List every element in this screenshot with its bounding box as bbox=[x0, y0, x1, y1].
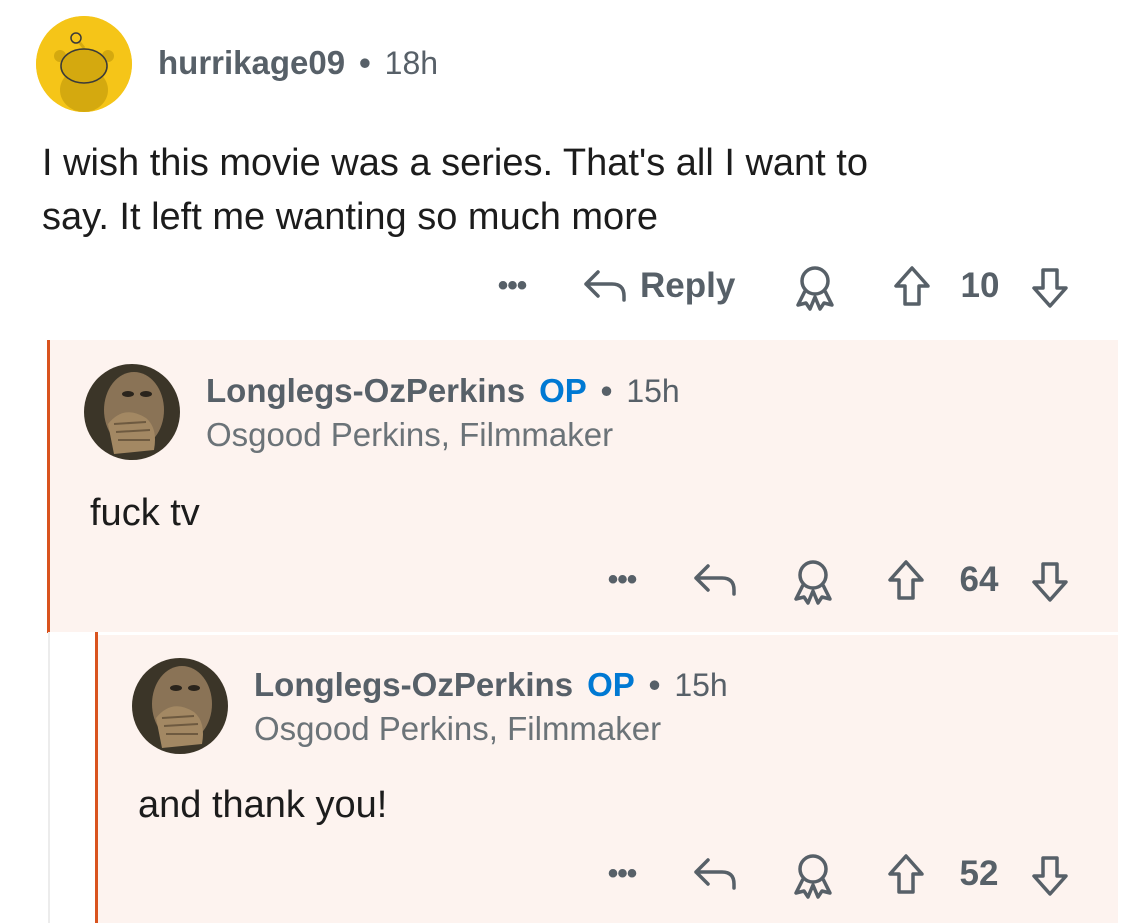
upvote-button[interactable] bbox=[882, 850, 930, 898]
award-icon bbox=[794, 560, 832, 605]
separator-dot: • bbox=[600, 372, 613, 409]
vote-score: 10 bbox=[960, 266, 1000, 305]
upvote-arrow-icon bbox=[894, 266, 930, 306]
more-options-button[interactable]: ••• bbox=[488, 266, 536, 306]
award-button[interactable] bbox=[790, 262, 840, 312]
award-icon bbox=[796, 266, 834, 311]
user-photo-avatar bbox=[84, 364, 180, 460]
comment-meta: hurrikage09 • 18h bbox=[158, 44, 438, 82]
user-flair: Osgood Perkins, Filmmaker bbox=[206, 416, 614, 453]
comment-body: and thank you! bbox=[138, 784, 388, 826]
comment-body: fuck tv bbox=[90, 492, 200, 534]
thread-line-level-2[interactable] bbox=[95, 632, 98, 923]
op-badge: OP bbox=[587, 666, 635, 703]
avatar[interactable] bbox=[84, 364, 180, 460]
comment-divider bbox=[50, 632, 1118, 635]
award-button[interactable] bbox=[788, 850, 838, 900]
award-button[interactable] bbox=[788, 556, 838, 606]
upvote-arrow-icon bbox=[888, 560, 924, 600]
downvote-button[interactable] bbox=[1026, 852, 1074, 900]
comment-body-line: say. It left me wanting so much more bbox=[42, 196, 658, 238]
timestamp: 15h bbox=[674, 667, 728, 703]
reply-label: Reply bbox=[640, 266, 736, 305]
more-dots-icon: ••• bbox=[607, 857, 637, 890]
separator-dot: • bbox=[359, 44, 371, 81]
downvote-button[interactable] bbox=[1026, 264, 1074, 312]
more-dots-icon: ••• bbox=[607, 563, 637, 596]
downvote-arrow-icon bbox=[1032, 268, 1068, 308]
comment-meta: Longlegs-OzPerkins OP • 15h bbox=[206, 372, 680, 410]
op-badge: OP bbox=[539, 372, 587, 409]
thread-line-faded bbox=[48, 632, 50, 923]
user-photo-avatar bbox=[132, 658, 228, 754]
username[interactable]: Longlegs-OzPerkins bbox=[254, 666, 573, 704]
reply-arrow-icon bbox=[694, 564, 736, 596]
more-dots-icon: ••• bbox=[497, 269, 527, 302]
timestamp: 18h bbox=[384, 45, 439, 81]
reply-button[interactable]: Reply bbox=[582, 264, 748, 308]
reply-button[interactable] bbox=[690, 852, 740, 896]
award-icon bbox=[794, 854, 832, 899]
username[interactable]: hurrikage09 bbox=[158, 44, 345, 82]
user-flair: Osgood Perkins, Filmmaker bbox=[254, 710, 662, 747]
reply-button[interactable] bbox=[690, 558, 740, 602]
avatar[interactable] bbox=[132, 658, 228, 754]
more-options-button[interactable]: ••• bbox=[598, 560, 646, 600]
downvote-arrow-icon bbox=[1032, 856, 1068, 896]
reply-arrow-icon bbox=[694, 858, 736, 890]
thread-line-level-1[interactable] bbox=[47, 340, 50, 633]
separator-dot: • bbox=[648, 666, 661, 703]
comment-body-line: I wish this movie was a series. That's a… bbox=[42, 142, 868, 184]
downvote-button[interactable] bbox=[1026, 558, 1074, 606]
snoo-avatar-icon bbox=[36, 16, 132, 112]
indent-gutter bbox=[50, 632, 96, 923]
vote-score: 64 bbox=[959, 560, 999, 599]
upvote-button[interactable] bbox=[888, 262, 936, 310]
vote-score: 52 bbox=[959, 854, 999, 893]
downvote-arrow-icon bbox=[1032, 562, 1068, 602]
username[interactable]: Longlegs-OzPerkins bbox=[206, 372, 525, 410]
more-options-button[interactable]: ••• bbox=[598, 854, 646, 894]
upvote-button[interactable] bbox=[882, 556, 930, 604]
comment-body: I wish this movie was a series. That's a… bbox=[42, 136, 868, 244]
timestamp: 15h bbox=[626, 373, 680, 409]
upvote-arrow-icon bbox=[888, 854, 924, 894]
reply-arrow-icon bbox=[584, 270, 626, 302]
avatar[interactable] bbox=[36, 16, 132, 112]
comment-meta: Longlegs-OzPerkins OP • 15h bbox=[254, 666, 728, 704]
